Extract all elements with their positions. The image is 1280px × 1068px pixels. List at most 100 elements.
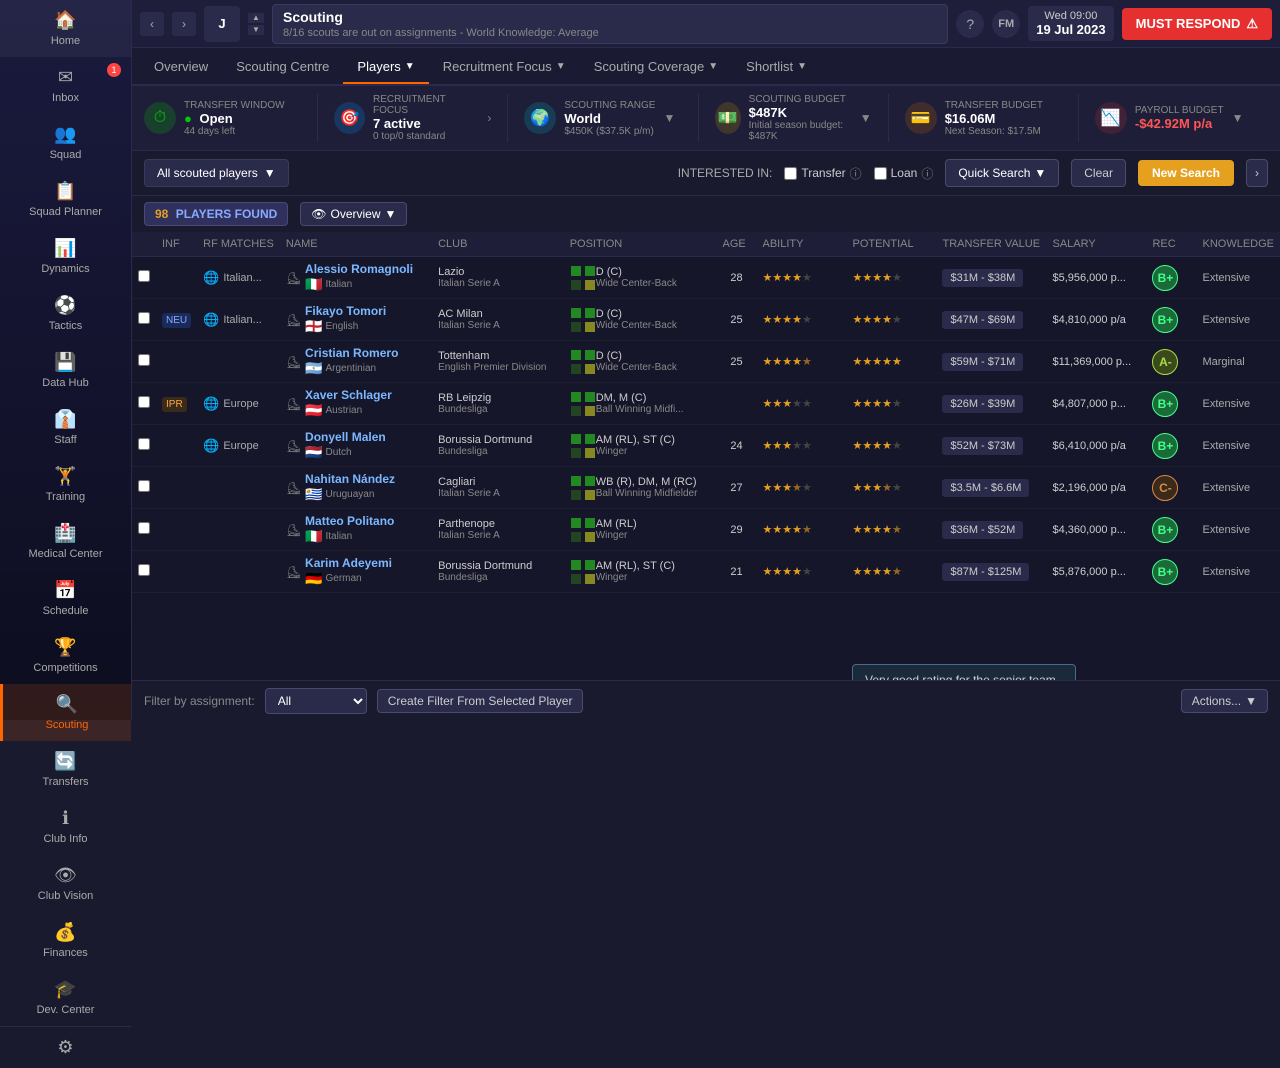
player-name[interactable]: Nahitan Nández (305, 472, 395, 486)
row-checkbox-cell[interactable] (132, 341, 156, 383)
player-name[interactable]: Donyell Malen (305, 430, 386, 444)
player-name[interactable]: Matteo Politano (305, 514, 394, 528)
club-name[interactable]: Borussia Dortmund (438, 434, 558, 446)
sidebar-item-medical[interactable]: 🏥 Medical Center (0, 513, 131, 570)
view-filter-dropdown[interactable]: All scouted players ▼ (144, 159, 289, 187)
sidebar-item-squad-planner[interactable]: 📋 Squad Planner (0, 171, 131, 228)
row-checkbox[interactable] (138, 312, 150, 324)
create-filter-button[interactable]: Create Filter From Selected Player (377, 689, 584, 713)
stat-transfer-window[interactable]: ⏱ TRANSFER WINDOW ● Open 44 days left (144, 94, 318, 142)
row-checkbox[interactable] (138, 564, 150, 576)
sidebar-item-home[interactable]: 🏠 Home (0, 0, 131, 57)
sidebar-item-training[interactable]: 🏋 Training (0, 456, 131, 513)
sidebar-item-transfers[interactable]: 🔄 Transfers (0, 741, 131, 798)
player-name[interactable]: Karim Adeyemi (305, 556, 392, 570)
sidebar-item-dynamics[interactable]: 📊 Dynamics (0, 228, 131, 285)
col-header-inf[interactable]: INF (156, 232, 197, 257)
sidebar-item-scouting[interactable]: 🔍 Scouting (0, 684, 131, 741)
nav-back-button[interactable]: ‹ (140, 12, 164, 36)
col-header-rf[interactable]: RF MATCHES (197, 232, 280, 257)
loan-checkbox[interactable] (874, 167, 887, 180)
club-up-button[interactable]: ▲ (248, 13, 264, 23)
row-checkbox[interactable] (138, 354, 150, 366)
col-header-transfer[interactable]: TRANSFER VALUE (936, 232, 1046, 257)
tab-players[interactable]: Players ▼ (343, 51, 428, 84)
row-checkbox[interactable] (138, 480, 150, 492)
stat-scouting-range[interactable]: 🌍 SCOUTING RANGE World $450K ($37.5K p/m… (508, 94, 698, 142)
sidebar-item-club-vision[interactable]: 👁 Club Vision (0, 855, 131, 912)
actions-button[interactable]: Actions... ▼ (1181, 689, 1268, 713)
row-checkbox-cell[interactable] (132, 299, 156, 341)
club-name[interactable]: Cagliari (438, 476, 558, 488)
row-checkbox-cell[interactable] (132, 509, 156, 551)
loan-checkbox-wrap[interactable]: Loan ⓘ (874, 165, 934, 182)
club-name[interactable]: Parthenope (438, 518, 558, 530)
sidebar-item-data-hub[interactable]: 💾 Data Hub (0, 342, 131, 399)
payroll-budget-arrow[interactable]: ▼ (1232, 111, 1244, 125)
sidebar-item-schedule[interactable]: 📅 Schedule (0, 570, 131, 627)
club-down-button[interactable]: ▼ (248, 25, 264, 35)
fm-icon[interactable]: FM (992, 10, 1020, 38)
player-name[interactable]: Xaver Schlager (305, 388, 392, 402)
sidebar-item-inbox[interactable]: ✉ Inbox 1 (0, 57, 131, 114)
help-icon[interactable]: ? (956, 10, 984, 38)
col-header-age[interactable]: AGE (716, 232, 756, 257)
col-header-potential[interactable]: POTENTIAL (846, 232, 936, 257)
recruitment-arrow[interactable]: › (487, 111, 491, 125)
club-name[interactable]: RB Leipzig (438, 392, 558, 404)
player-name[interactable]: Alessio Romagnoli (305, 262, 413, 276)
assignment-filter-select[interactable]: All Assigned Unassigned (265, 688, 367, 714)
stat-payroll-budget[interactable]: 📉 PAYROLL BUDGET -$42.92M p/a ▼ (1079, 94, 1268, 142)
must-respond-button[interactable]: MUST RESPOND ⚠ (1122, 8, 1272, 40)
stat-transfer-budget[interactable]: 💳 TRANSFER BUDGET $16.06M Next Season: $… (889, 94, 1079, 142)
row-checkbox-cell[interactable] (132, 551, 156, 593)
club-name[interactable]: Borussia Dortmund (438, 560, 558, 572)
col-header-name[interactable]: NAME (280, 232, 432, 257)
col-header-position[interactable]: POSITION (564, 232, 717, 257)
tab-recruitment[interactable]: Recruitment Focus ▼ (429, 51, 580, 82)
sidebar-item-settings[interactable]: ⚙ (0, 1027, 131, 1068)
club-name[interactable]: Lazio (438, 266, 558, 278)
row-checkbox[interactable] (138, 396, 150, 408)
col-header-salary[interactable]: SALARY (1046, 232, 1146, 257)
payroll-budget-icon: 📉 (1095, 102, 1127, 134)
more-options-button[interactable]: › (1246, 159, 1268, 187)
club-name[interactable]: Tottenham (438, 350, 558, 362)
tab-scouting-centre[interactable]: Scouting Centre (222, 51, 343, 82)
col-header-rec[interactable]: REC (1146, 232, 1196, 257)
row-checkbox[interactable] (138, 522, 150, 534)
stat-scouting-budget[interactable]: 💵 SCOUTING BUDGET $487K Initial season b… (699, 94, 889, 142)
col-header-club[interactable]: CLUB (432, 232, 564, 257)
sidebar-item-competitions[interactable]: 🏆 Competitions (0, 627, 131, 684)
sidebar-item-club-info[interactable]: ℹ Club Info (0, 798, 131, 855)
sidebar-item-squad[interactable]: 👥 Squad (0, 114, 131, 171)
row-checkbox[interactable] (138, 270, 150, 282)
nav-forward-button[interactable]: › (172, 12, 196, 36)
sidebar-item-staff[interactable]: 👔 Staff (0, 399, 131, 456)
sidebar-item-dev-center[interactable]: 🎓 Dev. Center (0, 969, 131, 1026)
row-checkbox-cell[interactable] (132, 383, 156, 425)
scouting-budget-arrow[interactable]: ▼ (860, 111, 872, 125)
transfer-checkbox-wrap[interactable]: Transfer ⓘ (784, 165, 861, 182)
row-checkbox-cell[interactable] (132, 467, 156, 509)
row-checkbox-cell[interactable] (132, 425, 156, 467)
tab-coverage[interactable]: Scouting Coverage ▼ (580, 51, 732, 82)
col-header-knowledge[interactable]: KNOWLEDGE (1196, 232, 1280, 257)
tab-shortlist[interactable]: Shortlist ▼ (732, 51, 821, 82)
row-checkbox[interactable] (138, 438, 150, 450)
new-search-button[interactable]: New Search (1138, 160, 1234, 186)
player-name[interactable]: Fikayo Tomori (305, 304, 386, 318)
player-name[interactable]: Cristian Romero (305, 346, 398, 360)
stat-recruitment[interactable]: 🎯 RECRUITMENT FOCUS 7 active 0 top/0 sta… (318, 94, 508, 142)
transfer-checkbox[interactable] (784, 167, 797, 180)
overview-view-button[interactable]: 👁 Overview ▼ (300, 202, 407, 226)
sidebar-item-finances[interactable]: 💰 Finances (0, 912, 131, 969)
tab-overview[interactable]: Overview (140, 51, 222, 82)
clear-button[interactable]: Clear (1071, 159, 1126, 187)
quick-search-button[interactable]: Quick Search ▼ (945, 159, 1059, 187)
sidebar-item-tactics[interactable]: ⚽ Tactics (0, 285, 131, 342)
scouting-range-arrow[interactable]: ▼ (663, 111, 675, 125)
row-checkbox-cell[interactable] (132, 257, 156, 299)
col-header-ability[interactable]: ABILITY (756, 232, 846, 257)
club-name[interactable]: AC Milan (438, 308, 558, 320)
